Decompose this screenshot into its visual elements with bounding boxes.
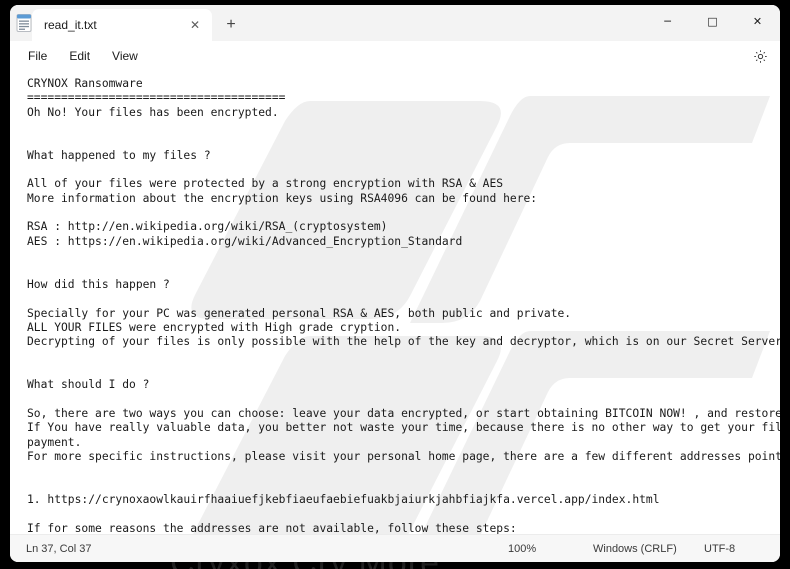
gear-icon[interactable] — [750, 46, 770, 66]
tab-read-it-txt[interactable]: read_it.txt ✕ — [32, 9, 212, 41]
notepad-document-icon — [16, 14, 32, 32]
window-controls: ─ □ ✕ — [645, 5, 780, 37]
status-encoding[interactable]: UTF-8 — [704, 543, 735, 555]
status-line-ending[interactable]: Windows (CRLF) — [593, 543, 677, 555]
minimize-button[interactable]: ─ — [645, 5, 690, 37]
menu-file[interactable]: File — [18, 45, 57, 67]
maximize-button[interactable]: □ — [690, 5, 735, 37]
status-bar: Ln 37, Col 37 100% Windows (CRLF) UTF-8 — [10, 534, 780, 562]
menu-view[interactable]: View — [102, 45, 148, 67]
desktop-background: all Cryxox Cry More read_it.txt ✕ + — [0, 0, 790, 569]
notepad-window: read_it.txt ✕ + ─ □ ✕ File Edit View CRY… — [10, 5, 780, 562]
document-body: CRYNOX Ransomware ======================… — [27, 77, 780, 534]
tab-title: read_it.txt — [44, 18, 97, 32]
status-zoom-level[interactable]: 100% — [508, 543, 536, 555]
document-text[interactable]: CRYNOX Ransomware ======================… — [10, 71, 780, 534]
close-window-button[interactable]: ✕ — [735, 5, 780, 37]
title-bar: read_it.txt ✕ + ─ □ ✕ — [10, 5, 780, 41]
new-tab-button[interactable]: + — [216, 10, 246, 40]
menu-bar: File Edit View — [10, 41, 780, 71]
menu-edit[interactable]: Edit — [59, 45, 100, 67]
close-tab-icon[interactable]: ✕ — [184, 14, 206, 36]
editor-area[interactable]: CRYNOX Ransomware ======================… — [10, 71, 780, 534]
status-cursor-position: Ln 37, Col 37 — [26, 542, 92, 555]
